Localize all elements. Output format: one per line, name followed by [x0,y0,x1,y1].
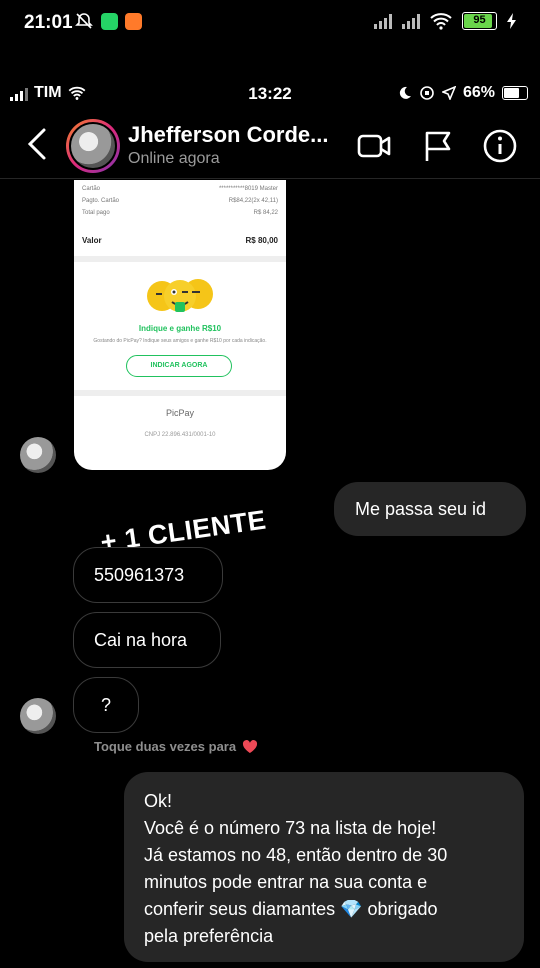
ios-battery-icon [502,86,528,100]
outer-status-bar: 21:01 95 [0,0,540,48]
message-text: 550961373 [94,565,185,585]
incoming-message[interactable]: 550961373 [73,547,223,603]
reply-line: Você é o número 73 na lista de hoje! [144,818,437,838]
receipt-payment-label: Pagto. Cartão [82,198,120,204]
receipt-amount-label: Valor [82,236,102,245]
charging-icon [507,13,516,29]
receipt-card-value: ***********8019 Master [218,186,278,192]
contact-status: Online agora [128,150,220,167]
battery-level: 95 [473,14,486,26]
location-icon [441,86,456,100]
back-chevron-icon[interactable] [24,126,52,162]
shared-receipt-image[interactable]: Cartão ***********8019 Master Pagto. Cart… [74,180,286,470]
referral-title: Indique e ganhe R$10 [138,324,222,333]
reply-line: Já estamos no 48, então dentro de 30 [144,845,448,865]
refer-now-button: INDICAR AGORA [126,355,232,377]
ios-status-right: 66% [398,84,528,102]
moon-icon [399,86,411,99]
video-call-icon[interactable] [356,128,392,164]
reply-line: Ok! [144,791,173,811]
ios-status-bar: 13:22 TIM 66% [0,78,540,112]
double-tap-hint: Toque duas vezes para [94,739,258,754]
emoji-faces-icon [147,279,213,312]
outgoing-message[interactable]: Me passa seu id [334,482,526,536]
outgoing-reply-message[interactable]: Ok! Você é o número 73 na lista de hoje!… [124,772,524,962]
carrier-name: TIM [34,84,62,101]
receipt-card-label: Cartão [82,186,101,192]
wifi-icon [68,86,85,100]
message-text: Me passa seu id [355,499,487,519]
notification-icons [74,11,142,31]
heart-icon [243,739,258,753]
signal-icon [402,13,420,29]
receipt-amount-value: R$ 80,00 [245,236,278,245]
cell-signal-icon [10,85,28,101]
signal-icon [374,13,392,29]
message-text: ? [100,695,111,715]
message-text: Cai na hora [94,630,188,650]
receipt-payment-value: R$84,22(2x 42,11) [228,198,278,204]
ios-battery-percent: 66% [462,84,495,101]
divider [74,390,286,396]
bell-off-icon [75,13,93,29]
receipt-total-value: R$ 84,22 [253,210,278,216]
orientation-lock-icon [420,86,434,100]
info-icon[interactable] [482,128,518,164]
wifi-icon [430,13,452,30]
receipt-amount-row: Valor R$ 80,00 [82,236,278,245]
recorder-app-icon [125,12,142,30]
battery-icon: 95 [462,12,497,30]
hint-text: Toque duas vezes para [94,739,237,754]
reply-line: conferir seus diamantes 💎 obrigado [144,899,438,919]
chat-header: Jhefferson Corde... Online agora [0,112,540,179]
contact-avatar[interactable] [66,119,120,173]
receipt-total-label: Total pago [82,210,110,216]
carrier: TIM [10,84,86,102]
contact-name[interactable]: Jhefferson Corde... [128,122,328,148]
outer-clock: 21:01 [24,12,73,33]
picpay-logo: PicPay [165,408,194,418]
incoming-message[interactable]: Cai na hora [73,612,221,668]
cnpj-text: CNPJ 22.896.431/0001-10 [144,432,216,438]
incoming-message[interactable]: ? [73,677,139,733]
reply-line: minutos pode entrar na sua conta e [144,872,428,892]
referral-description: Gostando do PicPay? Indique seus amigos … [93,338,267,344]
flag-icon[interactable] [420,128,456,164]
whatsapp-icon [101,12,118,30]
divider [74,256,286,262]
reply-line: pela preferência [144,926,274,946]
sender-avatar[interactable] [20,437,56,473]
sender-avatar[interactable] [20,698,56,734]
outer-status-right: 95 [374,12,516,30]
